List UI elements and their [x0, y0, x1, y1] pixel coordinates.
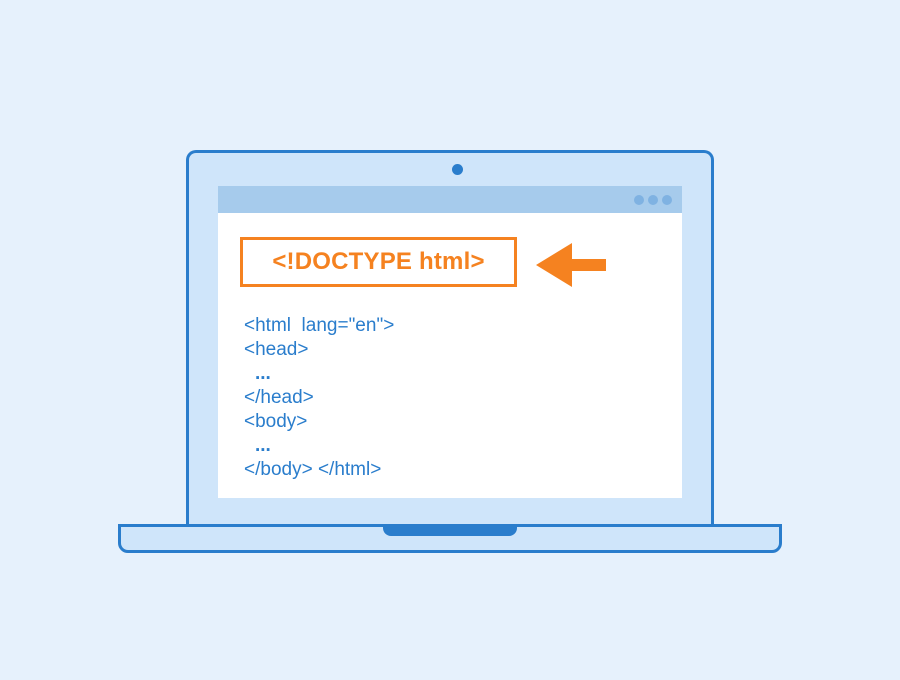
code-line: <body> [244, 411, 308, 432]
browser-titlebar [218, 186, 682, 213]
code-ellipsis: ... [255, 363, 271, 384]
code-line: </body> </html> [244, 459, 382, 480]
webcam-icon [452, 164, 463, 175]
window-control-dot[interactable] [648, 195, 658, 205]
doctype-declaration: <!DOCTYPE html> [272, 248, 485, 275]
laptop-screen: <!DOCTYPE html> <html lang="en"> <head> … [218, 186, 682, 498]
code-line: </head> [244, 387, 314, 408]
arrow-left-icon [536, 243, 606, 287]
code-line: <html lang="en"> [244, 315, 395, 336]
window-control-dot[interactable] [662, 195, 672, 205]
code-line: <head> [244, 339, 309, 360]
code-ellipsis: ... [255, 435, 271, 456]
window-control-dot[interactable] [634, 195, 644, 205]
laptop-hinge-notch [383, 524, 517, 536]
html-code-block: <html lang="en"> <head> ... </head> <bod… [244, 314, 394, 482]
doctype-highlight-box: <!DOCTYPE html> [240, 237, 517, 287]
